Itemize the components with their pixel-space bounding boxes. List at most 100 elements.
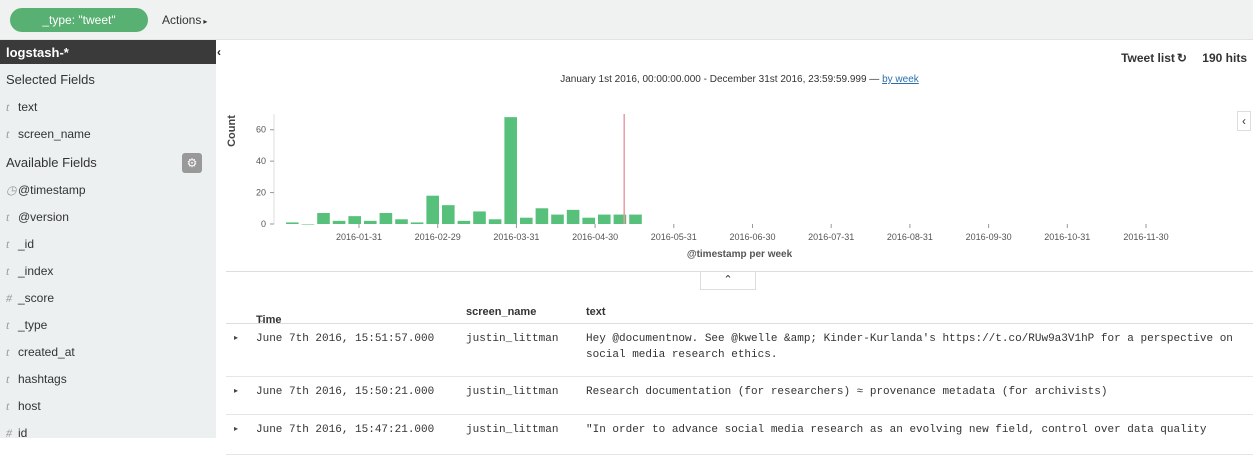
field-item-index[interactable]: t _index	[0, 257, 216, 284]
field-type-icon: t	[6, 100, 10, 114]
field-name: _score	[18, 291, 55, 305]
cell-time: June 7th 2016, 15:51:57.000	[256, 333, 435, 345]
expand-row-icon[interactable]: ▸	[234, 386, 238, 395]
toggle-chart-icon[interactable]: ⌃	[700, 272, 756, 290]
x-tick-label: 2016-06-30	[729, 232, 775, 242]
index-pattern-selector[interactable]: logstash-*	[0, 40, 216, 64]
time-range-text: January 1st 2016, 00:00:00.000 - Decembe…	[560, 74, 883, 85]
x-tick-label: 2016-07-31	[808, 232, 854, 242]
histogram-svg: 0 20 40 60 2016-01-31 2016-02-29 2016-03-31 201…	[256, 114, 1169, 242]
x-tick-label: 2016-11-30	[1123, 232, 1168, 242]
available-fields-label: Available Fields	[6, 155, 97, 170]
field-item-id[interactable]: # id	[0, 419, 216, 438]
field-sidebar: logstash-* Selected Fields t text t screen_…	[0, 40, 216, 438]
field-type-icon: t	[6, 237, 10, 251]
saved-search-title[interactable]: Tweet list	[1121, 51, 1175, 65]
field-type-icon: t	[6, 345, 10, 359]
selected-fields-heading: Selected Fields	[6, 72, 95, 87]
cell-time: June 7th 2016, 15:50:21.000	[256, 386, 435, 398]
field-name: @version	[18, 210, 69, 224]
histogram-bar	[332, 220, 346, 224]
table-row[interactable]: ▸ June 7th 2016, 15:50:21.000 justin_littm…	[226, 377, 1253, 415]
y-tick-label: 0	[261, 219, 266, 229]
histogram-bar	[317, 213, 330, 224]
histogram-bar	[551, 214, 564, 224]
field-item-score[interactable]: # _score	[0, 284, 216, 311]
table-row[interactable]: ▸ June 7th 2016, 15:51:57.000 justin_littm…	[226, 324, 1253, 377]
field-name: hashtags	[18, 372, 67, 386]
column-header-screen-name[interactable]: screen_name	[466, 306, 536, 318]
histogram-bar	[301, 224, 315, 225]
field-name: created_at	[18, 345, 75, 359]
x-tick-label: 2016-05-31	[651, 232, 697, 242]
field-name: text	[18, 100, 38, 114]
field-type-icon: t	[6, 264, 10, 278]
field-type-icon: t	[6, 372, 10, 386]
field-name: host	[18, 399, 41, 413]
x-tick-label: 2016-02-29	[415, 232, 461, 242]
expand-row-icon[interactable]: ▸	[234, 333, 238, 342]
gear-icon[interactable]: ⚙	[182, 153, 202, 173]
chart-collapse-icon[interactable]: ‹	[1237, 111, 1251, 131]
y-tick-label: 60	[256, 125, 266, 135]
field-type-icon: t	[6, 127, 10, 141]
field-item-text[interactable]: t text	[0, 93, 216, 120]
histogram-bar	[379, 213, 393, 224]
field-item-host[interactable]: t host	[0, 392, 216, 419]
caret-right-icon: ▸	[203, 17, 208, 26]
actions-menu[interactable]: Actions ▸	[162, 13, 207, 27]
field-name: _type	[18, 318, 48, 332]
discover-main: Tweet list ↻ 190 hits January 1st 2016, 0…	[226, 40, 1253, 455]
x-tick-label: 2016-03-31	[493, 232, 539, 242]
histogram-bar	[520, 217, 533, 224]
field-item-version[interactable]: t @version	[0, 203, 216, 230]
refresh-icon[interactable]: ↻	[1177, 51, 1187, 65]
table-row[interactable]: ▸ June 7th 2016, 15:47:21.000 justin_littm…	[226, 415, 1253, 455]
field-item-timestamp[interactable]: ◷ @timestamp	[0, 176, 216, 203]
hits-bar: Tweet list ↻ 190 hits	[1121, 51, 1247, 65]
interval-link[interactable]: by week	[882, 74, 919, 85]
histogram-bar	[364, 220, 377, 224]
cell-screen-name: justin_littman	[466, 386, 559, 398]
x-tick-label: 2016-01-31	[336, 232, 382, 242]
histogram-bar	[457, 220, 471, 224]
field-name: _id	[18, 237, 35, 251]
x-tick-label: 2016-09-30	[966, 232, 1012, 242]
field-item-screenname[interactable]: t screen_name	[0, 120, 216, 147]
hits-count: 190 hits	[1202, 51, 1247, 65]
cell-screen-name: justin_littman	[466, 333, 559, 345]
field-item-id[interactable]: t _id	[0, 230, 216, 257]
cell-text: Hey @documentnow. See @kwelle &amp; Kind…	[586, 333, 1233, 361]
cell-screen-name: justin_littman	[466, 424, 559, 436]
histogram-bar	[395, 219, 408, 224]
x-tick-label: 2016-08-31	[887, 232, 933, 242]
histogram-bar	[598, 214, 611, 224]
field-type-icon: t	[6, 399, 10, 413]
field-type-icon: t	[6, 210, 10, 224]
y-tick-label: 40	[256, 156, 266, 166]
x-tick-label: 2016-10-31	[1044, 232, 1090, 242]
expand-row-icon[interactable]: ▸	[234, 424, 238, 433]
histogram-bar	[410, 222, 424, 224]
field-type-icon: ◷	[6, 183, 17, 197]
field-name: _index	[18, 264, 54, 278]
column-header-text[interactable]: text	[586, 306, 606, 318]
field-type-icon: t	[6, 318, 10, 332]
table-header: Time ⌄ screen_name text	[226, 298, 1253, 326]
field-item-hashtags[interactable]: t hashtags	[0, 365, 216, 392]
field-name: screen_name	[18, 127, 91, 141]
field-item-createdat[interactable]: t created_at	[0, 338, 216, 365]
field-item-type[interactable]: t _type	[0, 311, 216, 338]
cell-time: June 7th 2016, 15:47:21.000	[256, 424, 435, 436]
histogram-bar	[286, 222, 299, 224]
collapse-sidebar-icon[interactable]: ‹	[217, 45, 221, 59]
histogram-bar	[535, 208, 549, 224]
histogram-bar	[348, 216, 361, 224]
cell-text: Research documentation (for researchers)…	[586, 386, 1108, 398]
histogram-bar	[442, 205, 455, 224]
filter-bar: _type: "tweet" Actions ▸	[0, 0, 1253, 40]
filter-pill[interactable]: _type: "tweet"	[10, 8, 148, 32]
field-name: @timestamp	[18, 183, 86, 197]
histogram-bar	[629, 214, 642, 224]
histogram-bar	[488, 219, 502, 224]
